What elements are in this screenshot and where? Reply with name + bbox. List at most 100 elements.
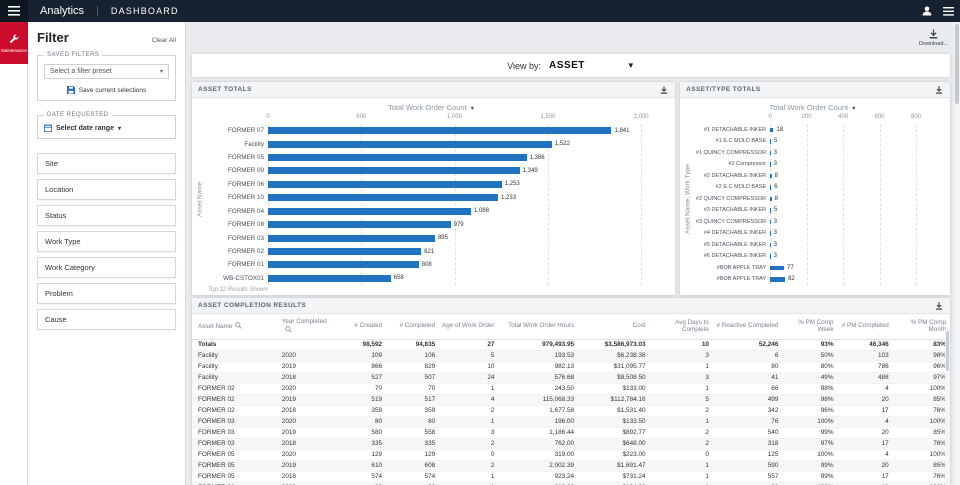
filter-panel: Filter Clear All SAVED FILTERS Select a … (28, 22, 186, 485)
download-chart-icon[interactable] (934, 85, 944, 95)
bar-track: 5 (770, 207, 916, 213)
column-header--pm-comp-week[interactable]: % PM Comp Week (782, 314, 838, 340)
column-header--reactive-completed[interactable]: # Reactive Completed (712, 314, 783, 340)
column-header-total-work-order-hours[interactable]: Total Work Order Hours (498, 314, 579, 340)
filter-section-work-type[interactable]: Work Type (37, 231, 176, 252)
bar-value-label: 82 (788, 276, 795, 283)
bar[interactable] (268, 234, 435, 242)
bar[interactable] (770, 277, 786, 282)
bar-row: #1 QUINCY COMPRESSOR 3 (694, 147, 944, 159)
bar[interactable] (770, 162, 771, 167)
bar[interactable] (268, 127, 612, 135)
panel-header: ASSET TOTALS (192, 82, 676, 98)
bar-row: #3 QUINCY COMPRESSOR 3 (694, 216, 944, 228)
bar-row: FORMER 10 1,233 (206, 191, 669, 204)
bar[interactable] (268, 154, 527, 162)
bar[interactable] (770, 139, 772, 144)
table-cell: 2018 (275, 372, 340, 384)
chart-metric-select[interactable]: Total Work Order Count ▼ (194, 100, 669, 114)
table-cell: $1,691.47 (578, 460, 650, 472)
results-table: Asset Name Year Completed # Created # Compl… (192, 314, 950, 485)
filter-preset-select[interactable]: Select a filter preset ▾ (44, 64, 169, 79)
chevron-down-icon: ▼ (469, 106, 476, 112)
window-scrollbar[interactable] (954, 22, 960, 485)
filter-section-location[interactable]: Location (37, 179, 176, 200)
column-header--pm-completed[interactable]: # PM Completed (837, 314, 893, 340)
saved-filters-label: SAVED FILTERS (44, 52, 103, 58)
category-label: #2 E.C MOLD BASE (715, 184, 767, 191)
table-cell: 558 (424, 429, 436, 437)
view-by-dropdown[interactable]: View by: ASSET ▼ (192, 54, 950, 77)
table-cell: 359 (371, 407, 383, 415)
table-cell: $133.00 (622, 385, 646, 393)
bar[interactable] (770, 231, 771, 236)
table-cell: 97% (782, 438, 838, 450)
date-range-select[interactable]: Select date range ▾ (44, 124, 169, 132)
filter-section-work-category[interactable]: Work Category (37, 257, 176, 278)
table-scrollbar[interactable] (945, 330, 950, 485)
bar[interactable] (268, 261, 419, 269)
bar[interactable] (268, 194, 499, 202)
bar-track: 895 (268, 234, 641, 242)
bar[interactable] (268, 221, 451, 229)
charts-row: ASSET TOTALS Total Work Order Count ▼ Ass… (192, 82, 950, 295)
search-icon[interactable] (285, 326, 292, 333)
chart-metric-select[interactable]: Total Work Order Count ▼ (682, 100, 944, 114)
filter-section-site[interactable]: Site (37, 153, 176, 174)
bar[interactable] (770, 150, 771, 155)
bar[interactable] (770, 219, 771, 224)
column-header-cost[interactable]: Cost (578, 314, 650, 340)
table-cell: 196.00 (498, 416, 579, 428)
bar[interactable] (268, 180, 502, 188)
bar[interactable] (770, 265, 785, 270)
bar-row: FORMER 01 808 (206, 258, 669, 271)
column-header--completed[interactable]: # Completed (386, 314, 440, 340)
bar[interactable] (770, 185, 772, 190)
filter-section-status[interactable]: Status (37, 205, 176, 226)
table-cell: $892.77 (622, 429, 646, 437)
column-header--pm-comp-month[interactable]: % PM Comp Month (892, 314, 950, 340)
totals-row: Totals 98,592 94,835 27 979,493.95 $3,586,973… (192, 339, 950, 351)
table-row: FORMER 05 2018 574 574 1 923.24 $731.24 1 557 99%… (192, 471, 950, 483)
table-cell: $3,586,973.03 (604, 341, 646, 349)
bar-rows: FORMER 07 1,841 Facility 1,522 FORMER 05 1,38… (206, 124, 669, 285)
bar[interactable] (268, 248, 422, 255)
download-chart-icon[interactable] (659, 85, 669, 95)
bar[interactable] (268, 167, 520, 175)
download-dashboard-button[interactable]: Download... (919, 28, 948, 47)
bar[interactable] (268, 207, 471, 215)
bar[interactable] (770, 127, 774, 132)
right-menu-icon[interactable] (943, 6, 954, 16)
column-header--created[interactable]: # Created (339, 314, 387, 340)
bar[interactable] (770, 196, 772, 201)
table-cell: 4 (837, 416, 893, 428)
top-bar: Analytics | DASHBOARD (0, 0, 960, 22)
table-cell: 762.00 (498, 438, 579, 450)
bar[interactable] (268, 140, 552, 148)
search-icon[interactable] (235, 322, 242, 329)
module-tile-maintenance[interactable]: Maintenance (0, 22, 28, 64)
filter-section-cause[interactable]: Cause (37, 309, 176, 330)
table-cell: 10 (701, 341, 709, 349)
table-cell: 80 (386, 416, 440, 428)
bar[interactable] (770, 254, 771, 259)
table-cell: 20 (881, 429, 889, 437)
column-header-avg-days-to-complete[interactable]: Avg Days to Complete (649, 314, 713, 340)
bar[interactable] (268, 274, 391, 282)
column-header-year-completed[interactable]: Year Completed (275, 314, 340, 340)
save-selections-button[interactable]: Save current selections (44, 86, 169, 94)
user-profile-icon[interactable] (921, 5, 933, 17)
download-table-icon[interactable] (934, 301, 944, 311)
bar-value-label: 5 (774, 207, 778, 214)
table-cell: 610 (339, 460, 387, 472)
column-header-asset-name[interactable]: Asset Name (192, 314, 276, 340)
clear-all-link[interactable]: Clear All (152, 37, 176, 44)
column-header-age-of-work-order[interactable]: Age of Work Order (439, 314, 499, 340)
bar[interactable] (770, 242, 771, 247)
bar[interactable] (770, 208, 772, 213)
bar-value-label: 895 (437, 235, 448, 242)
module-rail: Maintenance (0, 22, 28, 485)
hamburger-menu-icon[interactable] (0, 0, 28, 22)
filter-section-problem[interactable]: Problem (37, 283, 176, 304)
bar[interactable] (770, 173, 772, 178)
